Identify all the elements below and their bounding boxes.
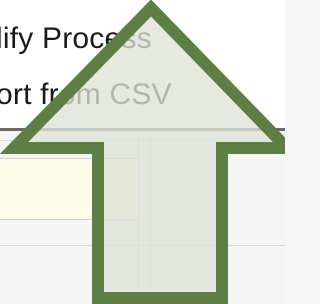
column-divider: [138, 131, 139, 304]
divider-line: [0, 245, 285, 246]
context-menu: lify Process ort from CSV: [0, 0, 285, 128]
input-field[interactable]: [0, 158, 139, 220]
divider-line: [0, 140, 285, 141]
menu-item-simplify-process[interactable]: lify Process: [0, 22, 152, 56]
menu-item-import-from-csv[interactable]: ort from CSV: [0, 78, 172, 112]
column-divider: [150, 131, 151, 304]
